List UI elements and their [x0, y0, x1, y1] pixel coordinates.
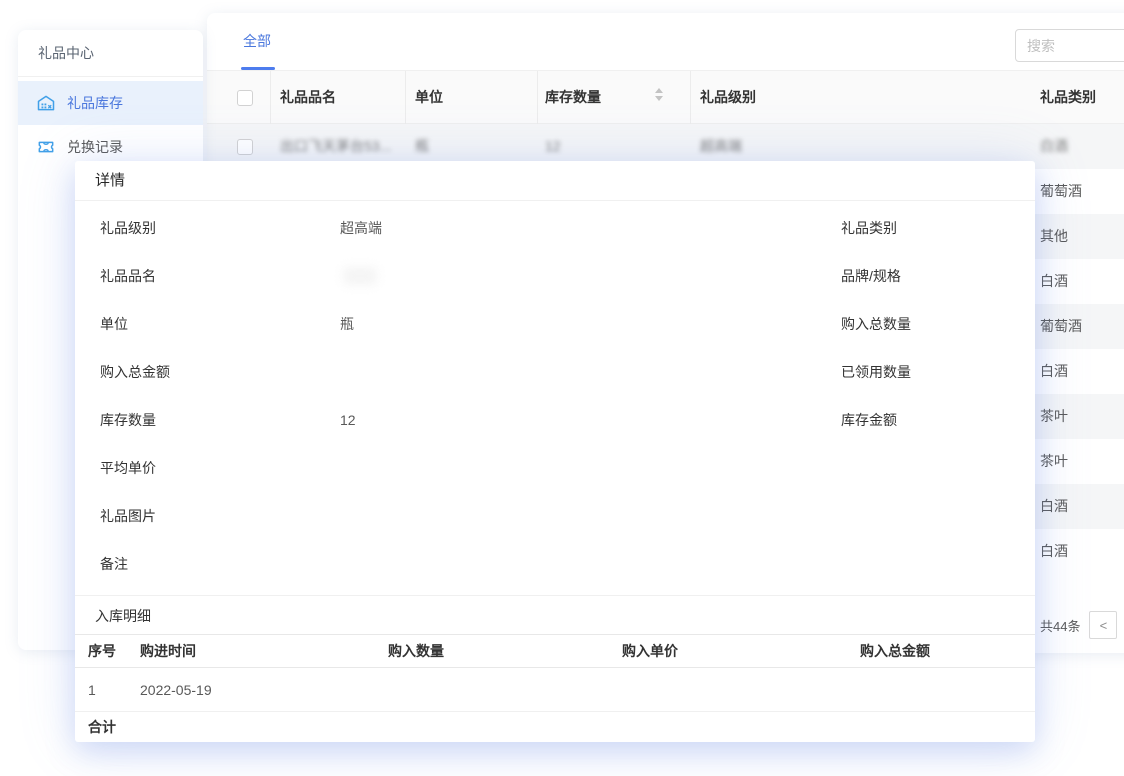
- redacted-value: [343, 267, 377, 285]
- page: 礼品中心 礼品库存兑换记录 全部 礼品品名 单位 库存数量 礼品级别 礼品类别 …: [0, 0, 1124, 776]
- field-label: 购入总数量: [841, 300, 1066, 348]
- field-label: 礼品图片: [100, 492, 325, 540]
- inbound-col-purchase-qty: 购入数量: [388, 635, 444, 668]
- inbound-col-unit-price: 购入单价: [622, 635, 678, 668]
- field-label: 礼品级别: [100, 204, 325, 252]
- column-divider: [537, 71, 538, 124]
- section-divider: [75, 595, 1035, 596]
- column-divider: [405, 71, 406, 124]
- inbound-section-title: 入库明细: [95, 598, 151, 634]
- col-header-gift-level[interactable]: 礼品级别: [700, 71, 756, 124]
- field-value: 瓶: [340, 300, 354, 348]
- modal-title: 详情: [75, 161, 1035, 201]
- pagination: 共44条 <: [1040, 611, 1117, 639]
- sidebar-menu: 礼品库存兑换记录: [18, 77, 203, 169]
- ticket-icon: [36, 137, 56, 157]
- row-checkbox[interactable]: [237, 139, 253, 155]
- field-label: 备注: [100, 540, 325, 588]
- inbound-col-total-amount: 购入总金额: [860, 635, 930, 668]
- tab-active-underline: [241, 67, 275, 70]
- select-all-checkbox[interactable]: [237, 90, 253, 106]
- sidebar-item-label: 礼品库存: [67, 93, 123, 113]
- sidebar-title: 礼品中心: [18, 30, 203, 77]
- cell-category: 白酒: [1040, 484, 1068, 529]
- inbound-total-row: 合计: [75, 712, 1035, 742]
- cell-category: 茶叶: [1040, 439, 1068, 484]
- warehouse-icon: [36, 93, 56, 113]
- search-input[interactable]: [1015, 29, 1124, 62]
- inbound-total-label: 合计: [88, 712, 116, 742]
- field-value: 超高端: [340, 204, 382, 252]
- field-label: 品牌/规格: [841, 252, 1066, 300]
- field-value: 12: [340, 396, 356, 444]
- inbound-col-index: 序号: [88, 635, 116, 668]
- inbound-cell-purchase-time: 2022-05-19: [140, 668, 212, 712]
- column-divider: [690, 71, 691, 124]
- col-header-stock-qty[interactable]: 库存数量: [545, 71, 601, 124]
- pagination-total: 共44条: [1040, 616, 1080, 635]
- field-label: 礼品类别: [841, 204, 1066, 252]
- detail-modal: 详情 礼品级别超高端礼品品名单位瓶购入总金额库存数量12平均单价礼品图片备注礼品…: [75, 161, 1035, 742]
- column-divider: [270, 71, 271, 124]
- table-header: 礼品品名 单位 库存数量 礼品级别 礼品类别: [207, 71, 1124, 124]
- col-header-gift-name[interactable]: 礼品品名: [280, 71, 336, 124]
- inbound-col-purchase-time: 购进时间: [140, 635, 196, 668]
- inbound-table-row: 1 2022-05-19: [75, 668, 1035, 712]
- field-label: 平均单价: [100, 444, 325, 492]
- sidebar-item-gift-inventory[interactable]: 礼品库存: [18, 81, 203, 125]
- field-label: 购入总金额: [100, 348, 325, 396]
- tab-all[interactable]: 全部: [243, 13, 271, 70]
- col-header-unit[interactable]: 单位: [415, 71, 443, 124]
- tab-bar: 全部: [207, 13, 1124, 71]
- field-label: 已领用数量: [841, 348, 1066, 396]
- pagination-prev-button[interactable]: <: [1089, 611, 1117, 639]
- inbound-cell-index: 1: [88, 668, 96, 712]
- cell-category: 白酒: [1040, 124, 1068, 169]
- sidebar-item-label: 兑换记录: [67, 137, 123, 157]
- field-label: 库存数量: [100, 396, 325, 444]
- field-label: 礼品品名: [100, 252, 325, 300]
- sort-icon[interactable]: [655, 88, 663, 101]
- inbound-table-header: 序号 购进时间 购入数量 购入单价 购入总金额: [75, 634, 1035, 668]
- col-header-gift-category[interactable]: 礼品类别: [1040, 71, 1096, 124]
- cell-category: 白酒: [1040, 529, 1068, 574]
- field-label: 库存金额: [841, 396, 1066, 444]
- field-label: 单位: [100, 300, 325, 348]
